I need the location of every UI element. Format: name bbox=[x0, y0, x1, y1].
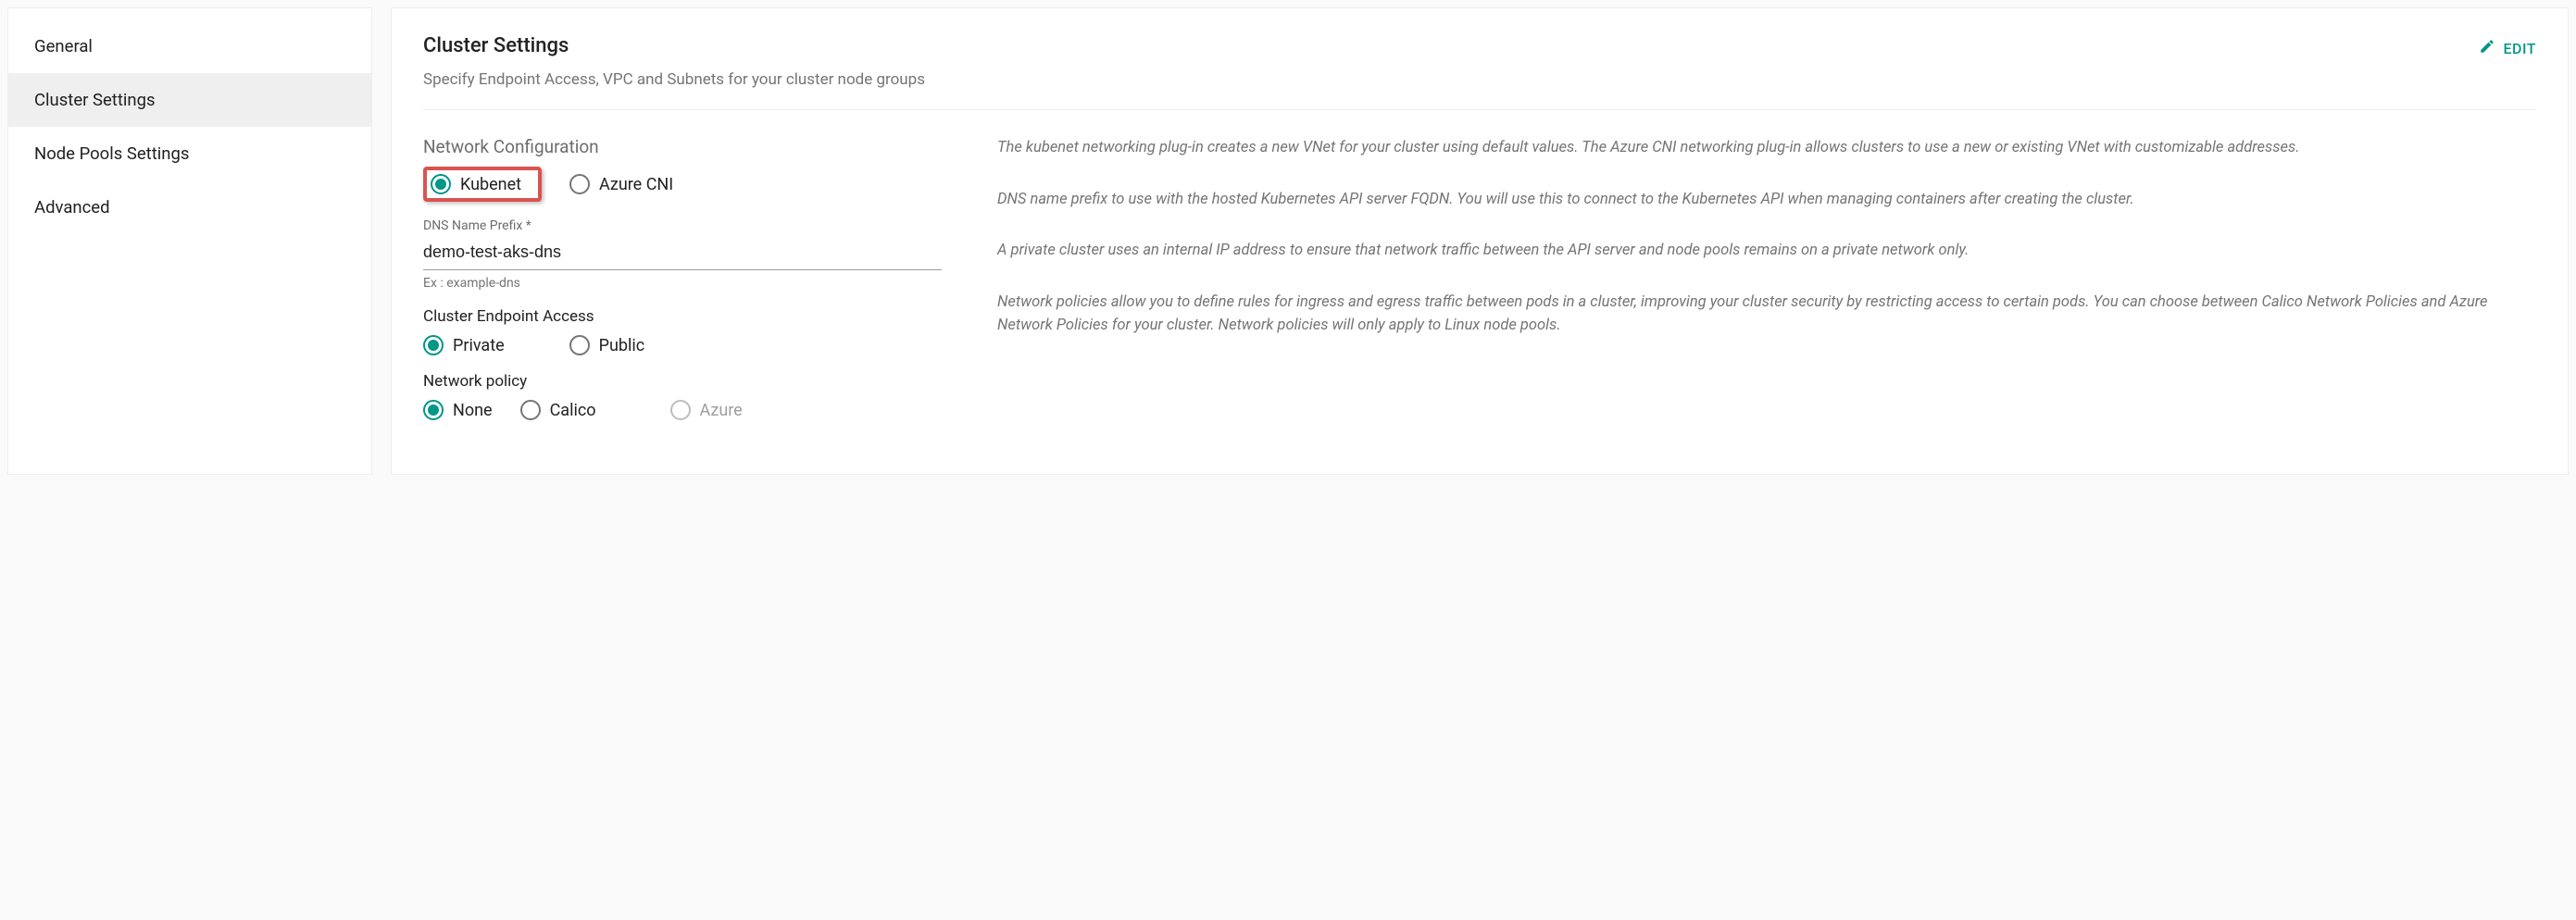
dns-prefix-label: DNS Name Prefix * bbox=[423, 218, 942, 233]
main-panel: Cluster Settings Specify Endpoint Access… bbox=[391, 7, 2569, 475]
endpoint-access-radio-group: Private Public bbox=[423, 335, 942, 355]
radio-public-label: Public bbox=[599, 336, 645, 355]
sidebar-item-cluster-settings[interactable]: Cluster Settings bbox=[8, 73, 371, 127]
pencil-icon bbox=[2479, 38, 2495, 58]
radio-none[interactable]: None bbox=[423, 400, 493, 420]
settings-sidebar: General Cluster Settings Node Pools Sett… bbox=[7, 7, 372, 475]
sidebar-item-advanced[interactable]: Advanced bbox=[8, 180, 371, 234]
radio-circle-icon bbox=[423, 335, 444, 355]
radio-azure-policy-label: Azure bbox=[700, 401, 743, 420]
radio-azure-cni[interactable]: Azure CNI bbox=[569, 174, 673, 194]
radio-circle-icon bbox=[423, 400, 444, 420]
dns-prefix-description: DNS name prefix to use with the hosted K… bbox=[997, 188, 2536, 212]
page-subtitle: Specify Endpoint Access, VPC and Subnets… bbox=[423, 70, 925, 89]
radio-circle-icon bbox=[670, 400, 691, 420]
radio-circle-icon bbox=[431, 174, 451, 194]
radio-circle-icon bbox=[520, 400, 541, 420]
network-config-radio-group: Kubenet Azure CNI bbox=[423, 167, 942, 202]
radio-private[interactable]: Private bbox=[423, 335, 505, 355]
network-config-description: The kubenet networking plug-in creates a… bbox=[997, 136, 2536, 160]
edit-button[interactable]: EDIT bbox=[2479, 38, 2536, 58]
radio-circle-icon bbox=[569, 335, 590, 355]
sidebar-item-node-pools[interactable]: Node Pools Settings bbox=[8, 127, 371, 180]
network-policy-description: Network policies allow you to define rul… bbox=[997, 291, 2536, 338]
radio-azure-policy: Azure bbox=[670, 400, 743, 420]
radio-calico[interactable]: Calico bbox=[520, 400, 596, 420]
dns-prefix-input[interactable] bbox=[423, 237, 942, 270]
endpoint-access-description: A private cluster uses an internal IP ad… bbox=[997, 239, 2536, 263]
dns-prefix-helper: Ex : example-dns bbox=[423, 276, 942, 291]
endpoint-access-label: Cluster Endpoint Access bbox=[423, 307, 942, 326]
radio-circle-icon bbox=[569, 174, 590, 194]
radio-kubenet[interactable]: Kubenet bbox=[431, 174, 521, 194]
main-header: Cluster Settings Specify Endpoint Access… bbox=[423, 34, 2536, 110]
radio-azure-cni-label: Azure CNI bbox=[599, 175, 673, 194]
radio-none-label: None bbox=[453, 401, 493, 420]
radio-calico-label: Calico bbox=[550, 401, 596, 420]
radio-public[interactable]: Public bbox=[569, 335, 645, 355]
network-policy-label: Network policy bbox=[423, 372, 942, 391]
sidebar-item-general[interactable]: General bbox=[8, 19, 371, 73]
kubenet-highlight: Kubenet bbox=[423, 167, 542, 202]
edit-button-label: EDIT bbox=[2503, 40, 2536, 57]
radio-kubenet-label: Kubenet bbox=[460, 175, 521, 194]
network-config-label: Network Configuration bbox=[423, 136, 942, 157]
page-title: Cluster Settings bbox=[423, 34, 925, 57]
radio-private-label: Private bbox=[453, 336, 505, 355]
network-policy-radio-group: None Calico Azure bbox=[423, 400, 942, 420]
